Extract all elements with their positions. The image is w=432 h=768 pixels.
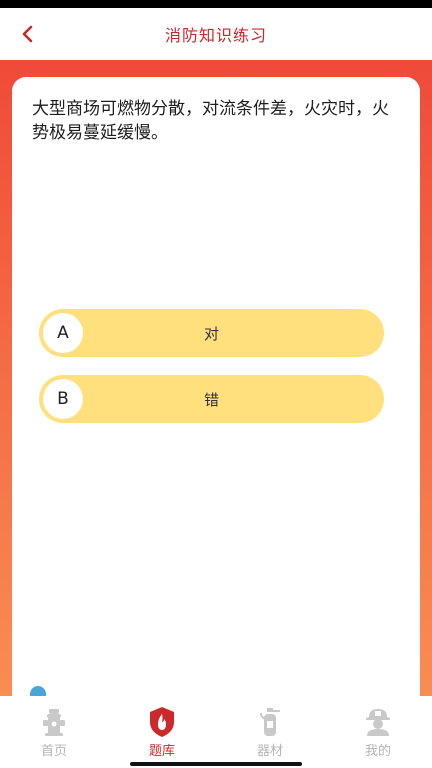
tab-mine[interactable]: 我的 <box>338 706 418 759</box>
tab-bar: 首页 题库 器材 我的 <box>0 696 432 768</box>
tab-mine-label: 我的 <box>364 744 391 759</box>
question-text: 大型商场可燃物分散，对流条件差，火灾时，火势极易蔓延缓慢。 <box>32 99 389 143</box>
option-a-letter: A <box>43 313 83 353</box>
status-bar <box>0 0 432 8</box>
option-b-button[interactable]: 错 B <box>39 375 384 423</box>
option-b-text: 错 <box>203 390 219 409</box>
back-button[interactable] <box>14 20 42 48</box>
option-a-button[interactable]: 对 A <box>39 309 384 357</box>
scroll-indicator <box>30 686 46 696</box>
flame-shield-icon <box>147 706 177 738</box>
fire-extinguisher-icon <box>255 706 285 738</box>
tab-equipment[interactable]: 器材 <box>230 706 310 759</box>
option-a-text: 对 <box>203 324 219 343</box>
option-b-letter: B <box>43 379 83 419</box>
firefighter-icon <box>363 706 393 738</box>
page-title: 消防知识练习 <box>164 26 267 45</box>
chevron-left-icon <box>22 25 33 43</box>
question-card: 大型商场可燃物分散，对流条件差，火灾时，火势极易蔓延缓慢。 对 A 错 B <box>12 77 420 696</box>
tab-home-label: 首页 <box>40 744 67 759</box>
tab-question-bank-label: 题库 <box>148 744 175 759</box>
home-indicator <box>130 762 302 766</box>
nav-bar: 消防知识练习 <box>0 8 432 60</box>
tab-equipment-label: 器材 <box>256 744 283 759</box>
tab-question-bank[interactable]: 题库 <box>122 706 202 759</box>
fire-hydrant-icon <box>39 706 69 738</box>
tab-home[interactable]: 首页 <box>14 706 94 759</box>
